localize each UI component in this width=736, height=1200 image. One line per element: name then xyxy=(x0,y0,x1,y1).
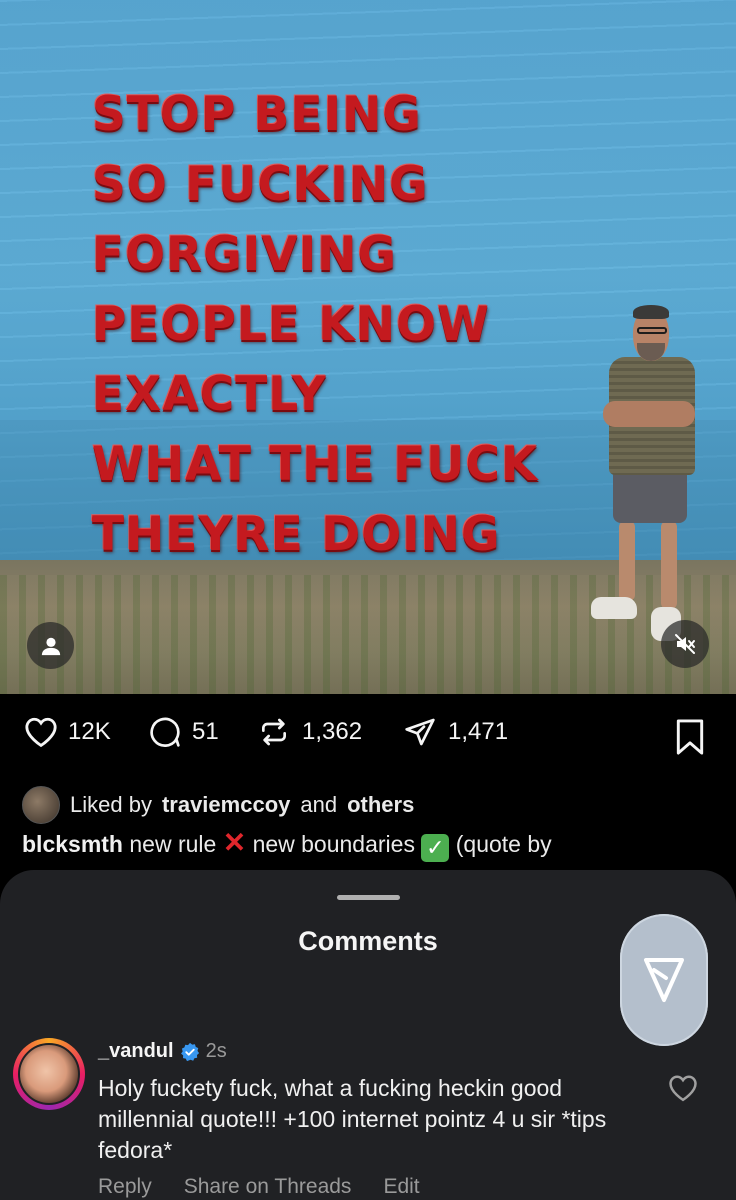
comments-sheet: Comments _vandul 2s Holy fuckety fuck, w… xyxy=(0,870,736,1200)
tagged-users-button[interactable] xyxy=(27,622,74,669)
comment-text: Holy fuckety fuck, what a fucking heckin… xyxy=(98,1075,607,1163)
comment-bubble-icon xyxy=(150,717,180,747)
share-on-threads-button[interactable]: Share on Threads xyxy=(184,1175,352,1199)
bookmark-icon xyxy=(676,719,704,755)
heart-icon xyxy=(669,1075,697,1102)
standing-man xyxy=(591,305,705,650)
comment-count: 51 xyxy=(192,718,219,745)
person-icon xyxy=(41,637,60,655)
comment-like-button[interactable] xyxy=(668,1074,698,1107)
save-button[interactable] xyxy=(672,718,708,761)
caption-text-1: new rule xyxy=(129,831,217,857)
repost-icon xyxy=(262,718,286,746)
verified-badge-icon xyxy=(180,1042,199,1061)
like-count: 12K xyxy=(68,718,111,745)
reply-button[interactable]: Reply xyxy=(98,1175,152,1199)
repost-action[interactable]: 1,362 xyxy=(256,716,362,748)
comment-username[interactable]: _vandul xyxy=(98,1040,174,1063)
comment-actions: Reply Share on Threads Edit xyxy=(98,1175,420,1199)
share-count: 1,471 xyxy=(448,718,509,745)
liked-by-prefix: Liked by xyxy=(70,792,152,817)
comment-action[interactable]: 51 xyxy=(148,716,219,748)
mute-button[interactable] xyxy=(661,620,709,668)
comment-avatar[interactable] xyxy=(13,1038,85,1110)
heart-icon xyxy=(25,717,57,748)
liked-by-and: and xyxy=(300,792,338,817)
liked-by-others[interactable]: others xyxy=(347,792,414,818)
speaker-muted-icon xyxy=(675,634,695,654)
caption-text-3: (quote by xyxy=(455,831,552,857)
sheet-drag-handle[interactable] xyxy=(337,895,400,900)
paper-plane-icon xyxy=(405,718,435,746)
share-action[interactable]: 1,471 xyxy=(402,716,508,748)
comment-timestamp: 2s xyxy=(205,1040,227,1062)
check-mark-icon: ✓ xyxy=(421,834,450,862)
post-photo[interactable]: STOP BEING SO FUCKING FORGIVING PEOPLE K… xyxy=(0,0,736,694)
share-floating-button[interactable] xyxy=(620,914,708,1046)
caption-username[interactable]: blcksmth xyxy=(22,831,123,857)
paper-plane-icon xyxy=(644,958,684,1002)
liked-by-avatar xyxy=(22,786,60,824)
cross-mark-icon: ✕ xyxy=(222,827,247,858)
caption-text-2: new boundaries xyxy=(252,831,415,857)
like-action[interactable]: 12K xyxy=(24,716,111,748)
balloon-letters-text: STOP BEING SO FUCKING FORGIVING PEOPLE K… xyxy=(92,87,539,562)
liked-by-row[interactable]: Liked by traviemccoy and others xyxy=(22,786,414,824)
post-actions-bar: 12K 51 1,362 1,471 xyxy=(0,694,736,794)
repost-count: 1,362 xyxy=(302,718,363,745)
edit-button[interactable]: Edit xyxy=(383,1175,419,1199)
liked-by-user[interactable]: traviemccoy xyxy=(162,792,290,818)
comment-header: _vandul 2s xyxy=(98,1040,227,1063)
